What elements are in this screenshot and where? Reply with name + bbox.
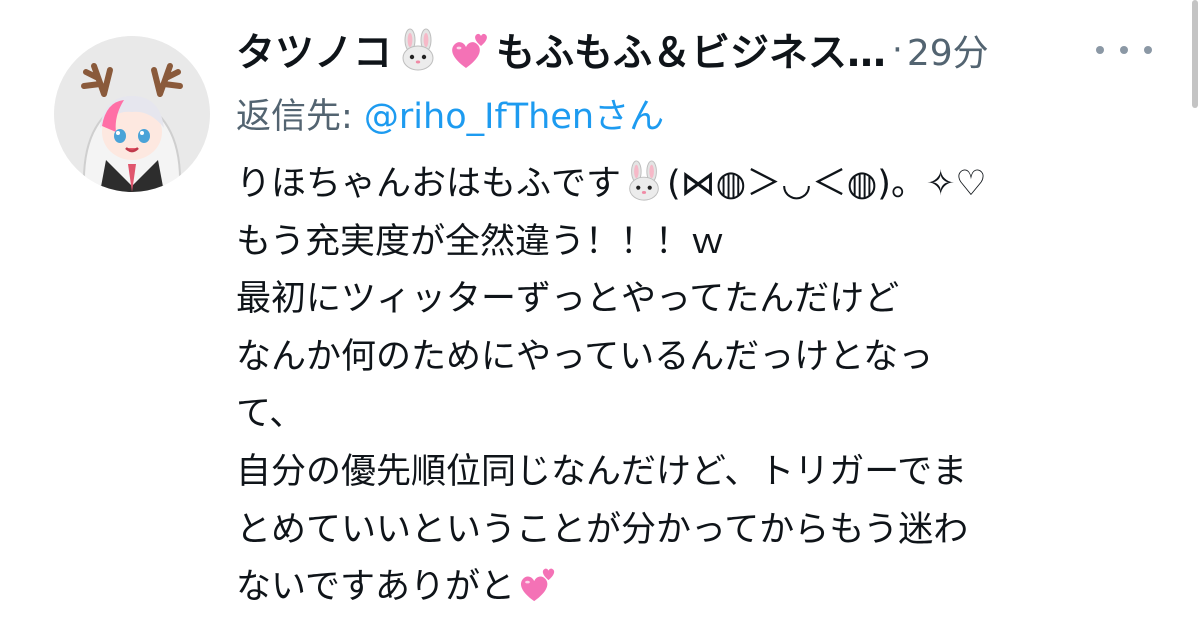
rabbit-face-icon [623, 160, 665, 202]
tweet[interactable]: タツノコ もふもふ＆ビジネス… · 29分 返信先: @riho_IfThenさ… [0, 0, 1200, 634]
more-dot-icon [1096, 46, 1104, 54]
two-hearts-icon [517, 563, 559, 605]
tweet-line: もう充実度が全然違う！！！ｗ [236, 221, 725, 262]
tweet-line: とめていいということが分かってからもう迷わ [236, 509, 969, 550]
tweet-line-8-text: ないですありがと [236, 567, 515, 608]
reply-handle-link[interactable]: @riho_IfThen [364, 97, 594, 137]
more-options-button[interactable] [1096, 28, 1152, 72]
more-dot-icon [1120, 46, 1128, 54]
tweet-line-1-kaomoji: (⋈◍＞◡＜◍)。✧♡ [667, 164, 987, 204]
scrollbar-thumb[interactable] [1192, 0, 1198, 108]
reply-suffix: さん [594, 97, 665, 137]
rabbit-face-icon [396, 28, 440, 72]
tweet-line: 最初にツィッターずっとやってたんだけど [236, 279, 900, 320]
tweet-line: 自分の優先順位同じなんだけど、トリガーでま [236, 451, 968, 492]
reply-label: 返信先: [236, 97, 364, 137]
scrollbar[interactable] [1188, 0, 1200, 120]
display-name[interactable]: タツノコ もふもふ＆ビジネス… [236, 22, 886, 78]
tweet-line: ないですありがと [236, 559, 1176, 617]
separator-dot: · [892, 30, 903, 70]
tweet-line: りほちゃんおはもふです (⋈◍＞◡＜◍)。✧♡ [236, 156, 1176, 214]
avatar-illustration-icon [54, 36, 210, 192]
tweet-line: て、 [236, 394, 305, 435]
tweet-header: タツノコ もふもふ＆ビジネス… · 29分 [236, 22, 1136, 78]
tweet-line: なんか何のためにやっているんだっけとなっ [236, 336, 934, 377]
avatar[interactable] [54, 36, 210, 192]
more-dot-icon [1144, 46, 1152, 54]
timestamp[interactable]: 29分 [907, 24, 989, 76]
tweet-body: りほちゃんおはもふです (⋈◍＞◡＜◍)。✧♡ もう充実度が全然違う！！！ｗ 最… [236, 156, 1176, 617]
tweet-line-1-text: りほちゃんおはもふです [236, 164, 622, 204]
display-name-part2: もふもふ＆ビジネス… [496, 31, 887, 76]
reply-to-line: 返信先: @riho_IfThenさん [236, 88, 664, 139]
display-name-part1: タツノコ [236, 31, 393, 76]
two-hearts-icon [448, 28, 492, 72]
